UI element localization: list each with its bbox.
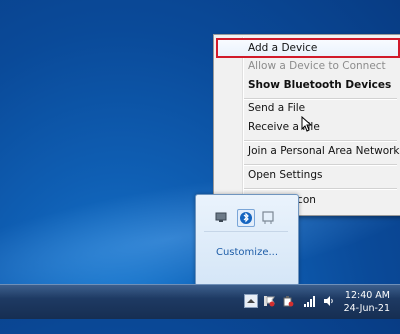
volume-icon[interactable] (323, 295, 335, 307)
network-adapter-icon[interactable] (214, 209, 230, 225)
menu-item-send-a-file[interactable]: Send a File (214, 98, 400, 118)
action-center-flag-icon[interactable] (263, 295, 275, 307)
network-signal-icon[interactable] (303, 295, 317, 307)
taskbar: 12:40 AM 24-Jun-21 (0, 284, 400, 319)
clock-time[interactable]: 12:40 AM (345, 290, 390, 301)
menu-item-show-bluetooth-devices[interactable]: Show Bluetooth Devices (214, 75, 400, 95)
menu-item-open-settings[interactable]: Open Settings (214, 165, 400, 185)
mouse-cursor-icon (301, 116, 313, 132)
notification-area-overflow-popup: Customize... (195, 194, 299, 286)
menu-item-add-a-device[interactable]: Add a Device (216, 38, 400, 58)
bluetooth-icon[interactable] (237, 209, 255, 227)
device-icon[interactable] (260, 209, 276, 225)
menu-item-allow-a-device-to-connect: Allow a Device to Connect (248, 60, 386, 72)
customize-link[interactable]: Customize... (196, 247, 298, 258)
show-hidden-icons-icon[interactable] (244, 294, 258, 308)
tray-icon-row (204, 205, 288, 232)
menu-item-join-a-personal-area-network[interactable]: Join a Personal Area Network (214, 141, 400, 161)
clock-date[interactable]: 24-Jun-21 (344, 303, 390, 314)
power-icon[interactable] (282, 295, 294, 307)
